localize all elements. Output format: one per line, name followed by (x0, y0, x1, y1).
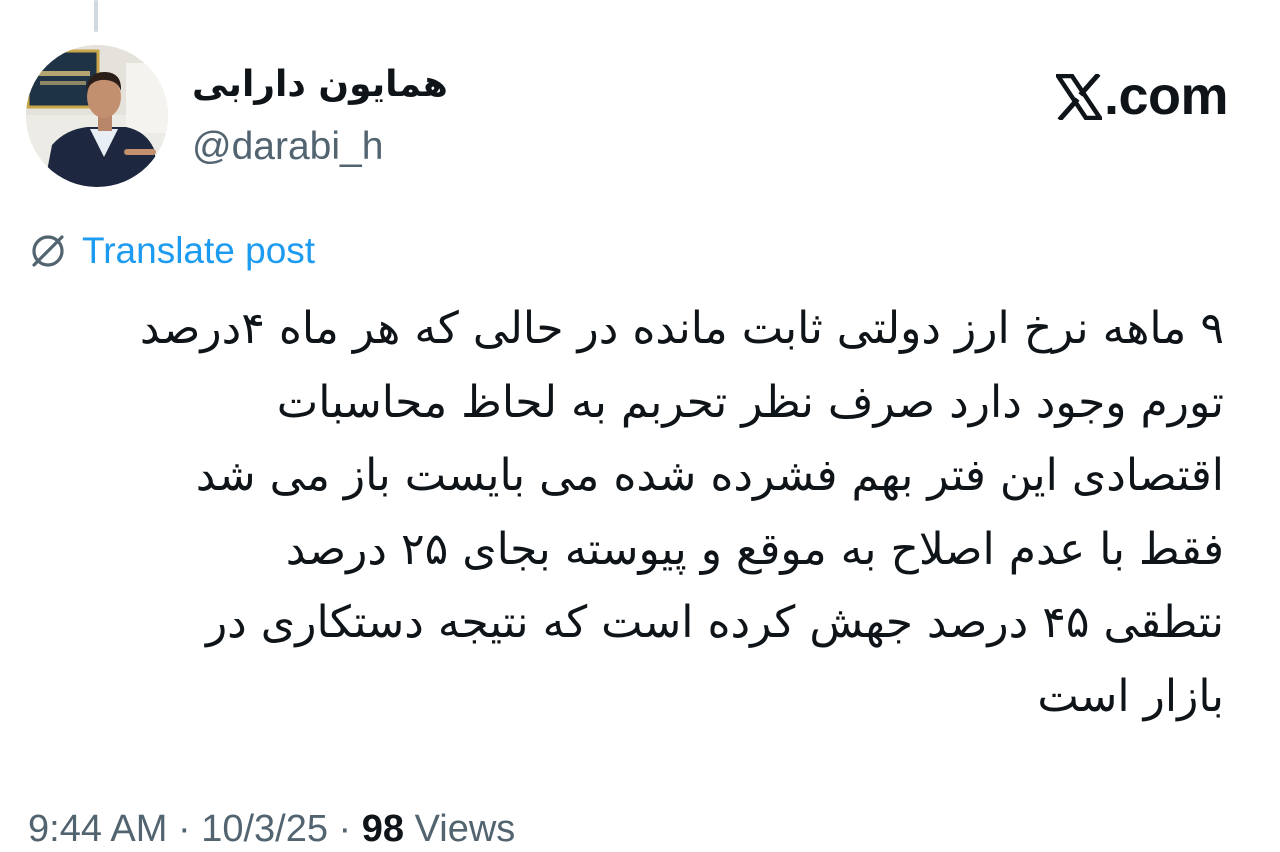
brand-watermark: .com (1053, 66, 1229, 132)
tweet-body-text: ۹ ماهه نرخ ارز دولتی ثابت مانده در حالی … (28, 292, 1224, 733)
views-label: Views (404, 808, 516, 850)
tweet-text-line: ۹ ماهه نرخ ارز دولتی ثابت مانده در حالی … (139, 303, 1224, 354)
tweet-text-line: اقتصادی این فتر بهم فشرده شده می بایست ب… (195, 450, 1224, 501)
tweet-text-line: بازار است (1037, 670, 1224, 722)
meta-separator: · (328, 808, 362, 850)
tweet-text-line: نتطقی ۴۵ درصد جهش کرده است که نتیجه دستک… (205, 597, 1224, 648)
brand-domain-text: .com (1103, 66, 1229, 126)
tweet-text-line: تورم وجود دارد صرف نظر تحربم به لحاظ محا… (276, 376, 1224, 428)
avatar-photo (26, 45, 168, 187)
tweet-time[interactable]: 9:44 AM (28, 808, 167, 850)
translate-post-link[interactable]: Translate post (28, 228, 315, 274)
author-display-name[interactable]: همایون دارابی (192, 62, 448, 108)
translate-globe-icon (28, 231, 68, 271)
tweet-text-line: فقط با عدم اصلاح به موقع و پیوسته بجای ۲… (285, 523, 1224, 575)
tweet-date[interactable]: 10/3/25 (201, 808, 328, 850)
meta-separator: · (167, 808, 202, 850)
author-handle[interactable]: @darabi_h (192, 124, 383, 170)
author-avatar[interactable] (26, 45, 168, 187)
translate-post-label: Translate post (82, 230, 316, 271)
views-count: 98 (361, 808, 405, 850)
x-logo-icon (1053, 72, 1105, 132)
thread-connector-line (94, 0, 98, 32)
tweet-meta: 9:44 AM · 10/3/25 · 98 Views (28, 806, 515, 852)
